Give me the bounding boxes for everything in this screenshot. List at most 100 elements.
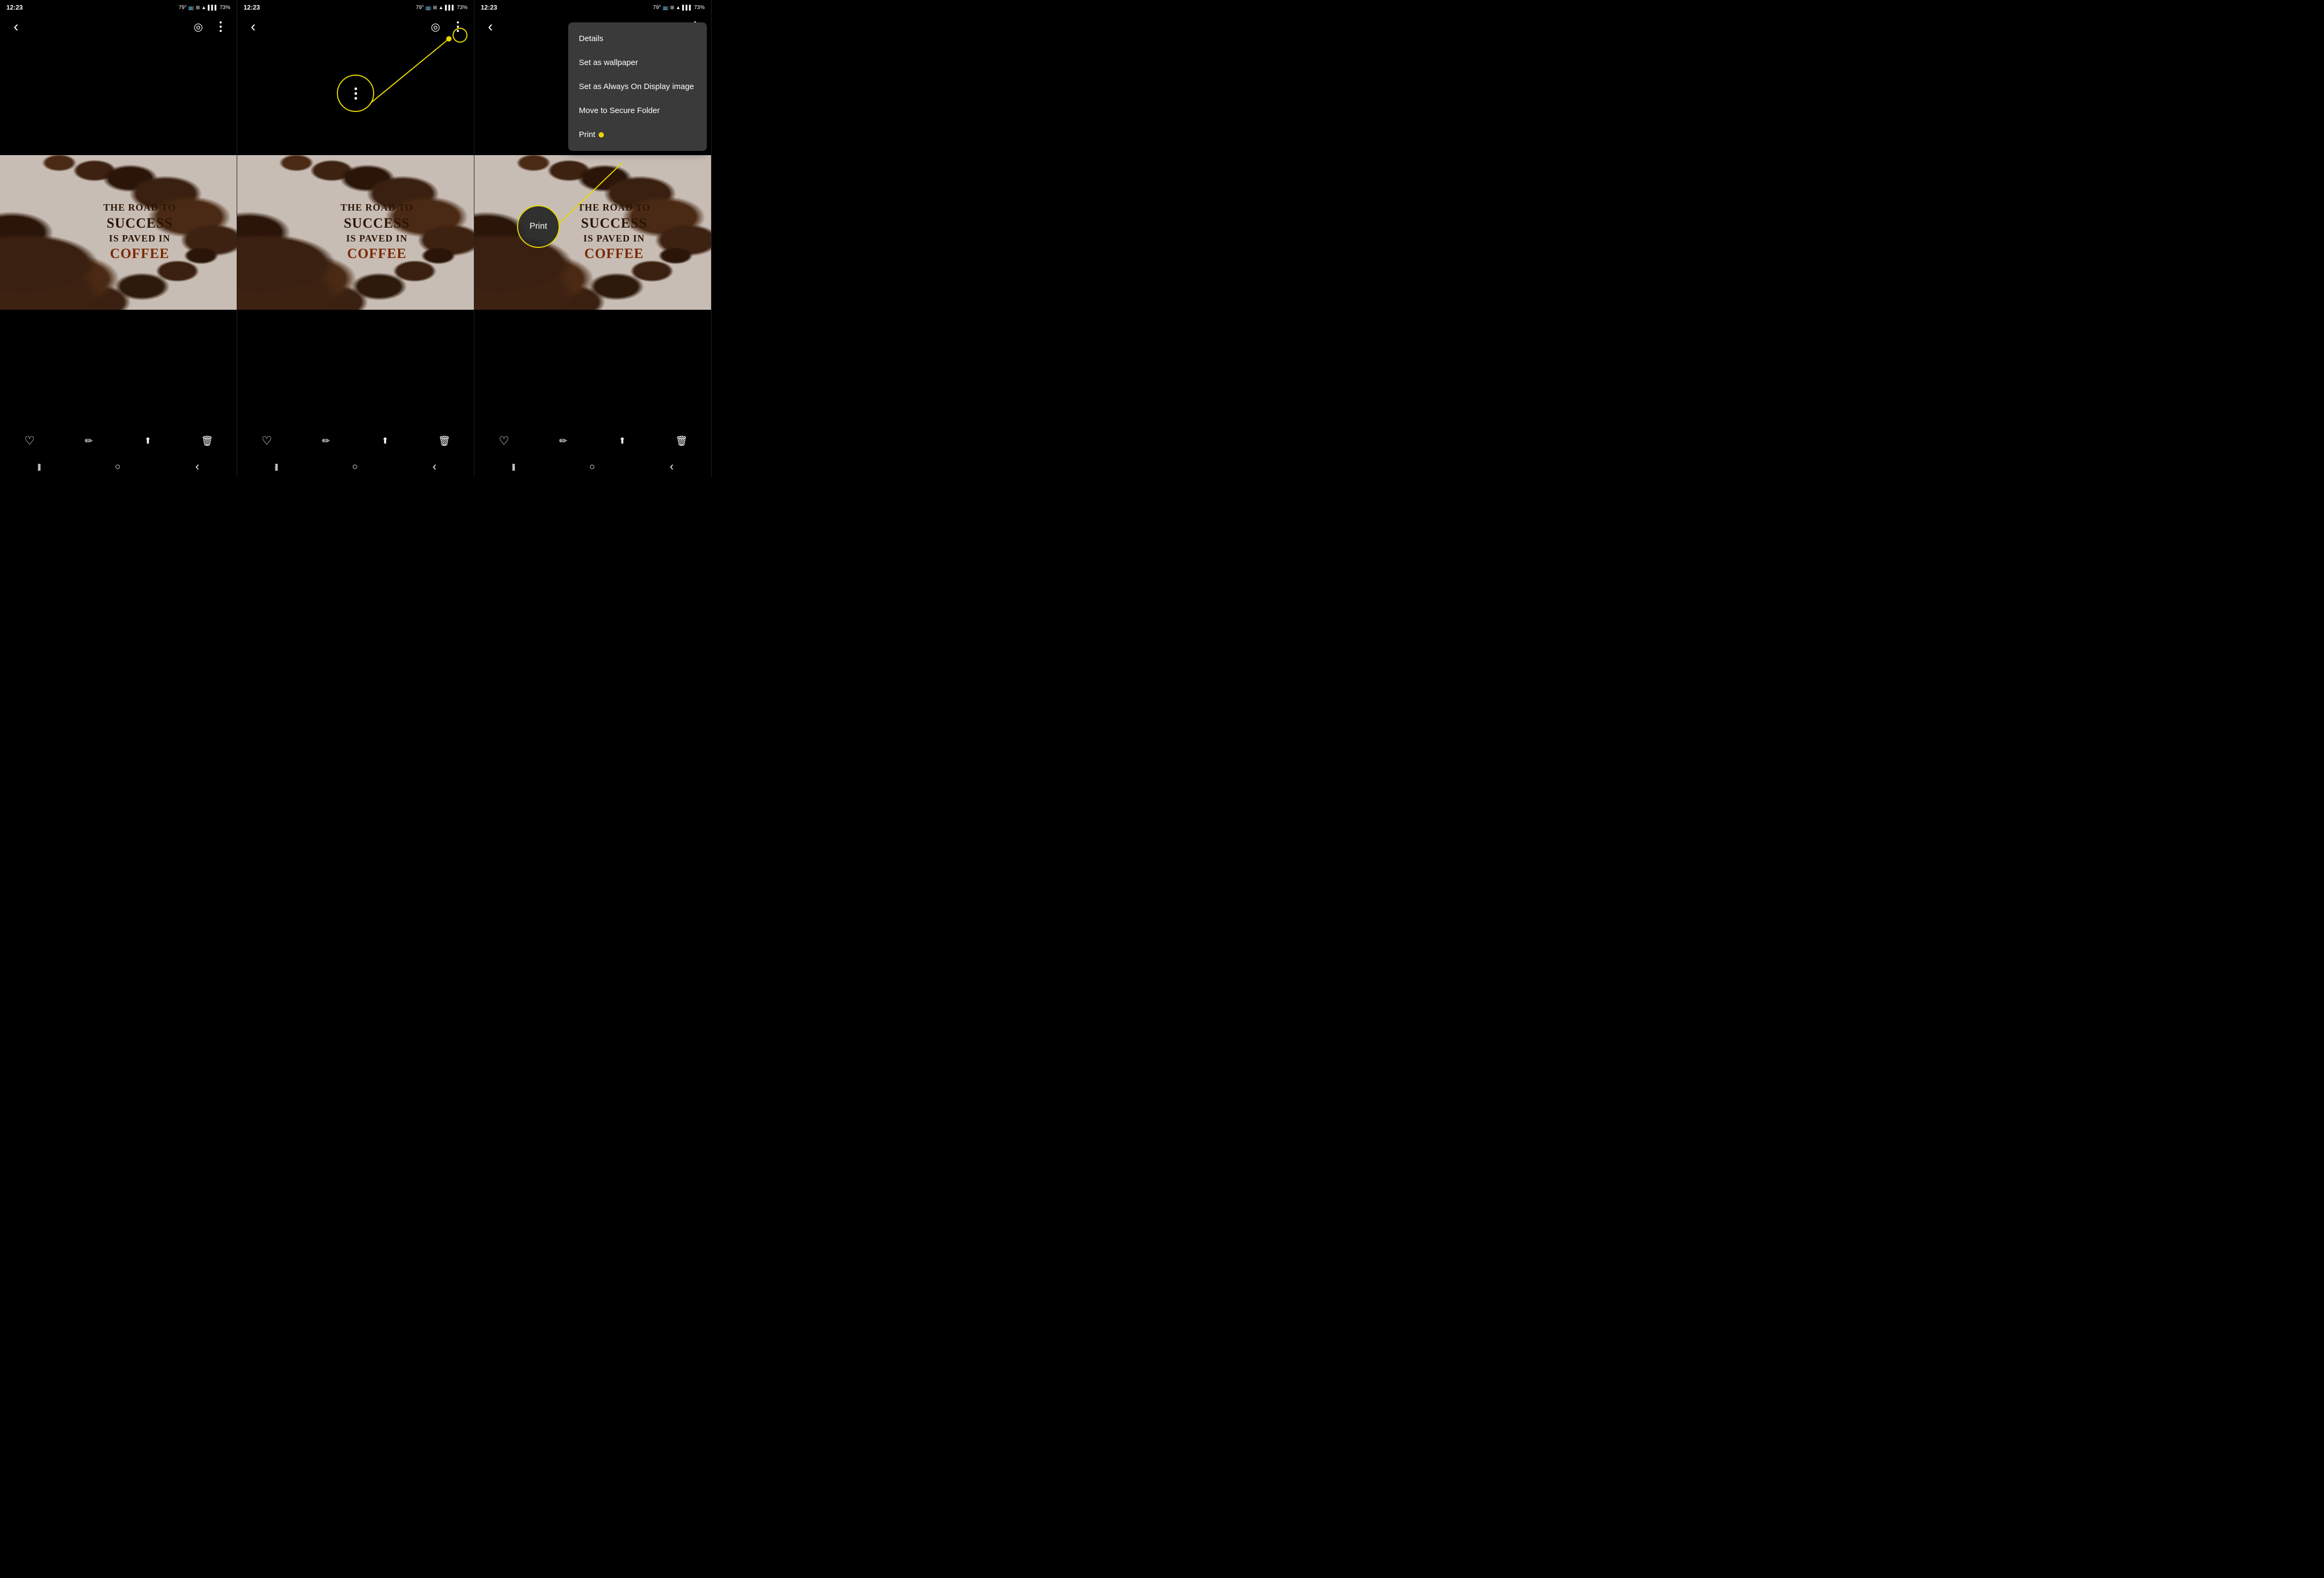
phone-panel-3: 12:23 79° 📺 ⊞ ▲ ▌▌▌ 73% Details Set as w… <box>474 0 712 477</box>
edit-button-3[interactable] <box>553 430 574 452</box>
back-button-1[interactable] <box>6 17 26 36</box>
phone-panel-2: 12:23 79° 📺 ⊞ ▲ ▌▌▌ 73% <box>237 0 474 477</box>
nav-bar-1 <box>0 456 237 477</box>
more-button-1[interactable] <box>211 17 230 36</box>
coffee-line2-2: Success <box>341 214 413 232</box>
signal-icon-3: ▌▌▌ <box>682 5 692 10</box>
coffee-image-1: The road to Success is paved in Coffee <box>0 155 237 310</box>
coffee-line4-2: Coffee <box>341 245 413 263</box>
coffee-line2-1: Success <box>103 214 176 232</box>
status-icons-3: 79° 📺 ⊞ ▲ ▌▌▌ 73% <box>653 5 705 11</box>
temp-1: 79° <box>179 5 187 11</box>
status-icons-2: 79° 📺 ⊞ ▲ ▌▌▌ 73% <box>416 5 467 11</box>
dot-8 <box>354 92 357 95</box>
nav-recent-3[interactable] <box>512 462 514 471</box>
coffee-line2-3: Success <box>578 214 650 232</box>
dropdown-menu: Details Set as wallpaper Set as Always O… <box>568 22 707 151</box>
dot-9 <box>354 97 357 100</box>
coffee-line4-1: Coffee <box>103 245 176 263</box>
three-dot-highlight <box>453 28 467 43</box>
print-highlight: Print <box>517 205 560 248</box>
status-time-3: 12:23 <box>481 4 497 11</box>
like-button-2[interactable] <box>256 430 278 452</box>
eye-button-2[interactable] <box>426 17 445 36</box>
menu-item-details[interactable]: Details <box>568 27 707 51</box>
like-button-3[interactable] <box>494 430 515 452</box>
action-bar-2 <box>237 15 474 38</box>
bottom-toolbar-3 <box>474 426 711 456</box>
nav-home-1[interactable] <box>115 461 120 472</box>
print-label: Print <box>530 222 547 231</box>
status-bar-3: 12:23 79° 📺 ⊞ ▲ ▌▌▌ 73% <box>474 0 711 15</box>
coffee-line1-1: The road to <box>103 202 176 214</box>
temp-2: 79° <box>416 5 424 11</box>
menu-item-secure[interactable]: Move to Secure Folder <box>568 99 707 123</box>
status-icons-1: 79° 📺 ⊞ ▲ ▌▌▌ 73% <box>179 5 230 11</box>
nav-back-2[interactable] <box>433 460 437 473</box>
delete-button-1[interactable] <box>197 430 218 452</box>
share-button-2[interactable] <box>375 430 396 452</box>
menu-item-aod[interactable]: Set as Always On Display image <box>568 75 707 99</box>
tv-icon-3: 📺 <box>663 5 668 11</box>
wifi-icon-3: ▲ <box>676 5 681 10</box>
coffee-image-2: The road to Success is paved in Coffee <box>237 155 474 310</box>
menu-item-wallpaper[interactable]: Set as wallpaper <box>568 51 707 75</box>
battery-2: 73% <box>457 5 467 11</box>
share-button-3[interactable] <box>612 430 633 452</box>
signal-icon-2: ▌▌▌ <box>445 5 455 10</box>
nav-recent-1[interactable] <box>37 462 40 471</box>
tv-icon-2: 📺 <box>425 5 431 11</box>
coffee-line1-2: The road to <box>341 202 413 214</box>
grid-icon-3: ⊞ <box>670 5 674 11</box>
three-dots-circle <box>354 87 357 100</box>
bottom-toolbar-1 <box>0 426 237 456</box>
battery-1: 73% <box>220 5 230 11</box>
phone-panel-1: 12:23 79° 📺 ⊞ ▲ ▌▌▌ 73% The <box>0 0 237 477</box>
coffee-line3-3: is paved in <box>578 232 650 245</box>
image-area-1: The road to Success is paved in Coffee <box>0 38 237 426</box>
battery-3: 73% <box>694 5 705 11</box>
back-button-3[interactable] <box>481 17 500 36</box>
status-time-2: 12:23 <box>244 4 260 11</box>
edit-button-2[interactable] <box>316 430 337 452</box>
status-time-1: 12:23 <box>6 4 23 11</box>
dot-7 <box>354 87 357 90</box>
nav-home-3[interactable] <box>589 461 595 472</box>
three-dots-1 <box>220 21 222 32</box>
coffee-text-1: The road to Success is paved in Coffee <box>61 202 176 262</box>
edit-button-1[interactable] <box>78 430 100 452</box>
wifi-icon-2: ▲ <box>439 5 443 10</box>
grid-icon-1: ⊞ <box>196 5 200 11</box>
signal-icon-1: ▌▌▌ <box>208 5 218 10</box>
dot-1 <box>220 21 222 23</box>
nav-recent-2[interactable] <box>275 462 277 471</box>
dot-3 <box>220 30 222 32</box>
back-button-2[interactable] <box>244 17 263 36</box>
nav-back-1[interactable] <box>196 460 199 473</box>
nav-back-3[interactable] <box>670 460 674 473</box>
share-button-1[interactable] <box>138 430 159 452</box>
dot-2 <box>220 26 222 28</box>
status-bar-2: 12:23 79° 📺 ⊞ ▲ ▌▌▌ 73% <box>237 0 474 15</box>
coffee-line3-1: is paved in <box>103 232 176 245</box>
nav-home-2[interactable] <box>352 461 358 472</box>
temp-3: 79° <box>653 5 661 11</box>
dot-4 <box>457 21 459 23</box>
tv-icon-1: 📺 <box>188 5 194 11</box>
delete-button-2[interactable] <box>434 430 455 452</box>
nav-bar-3 <box>474 456 711 477</box>
action-buttons-1 <box>189 17 230 36</box>
like-button-1[interactable] <box>19 430 41 452</box>
eye-button-1[interactable] <box>189 17 208 36</box>
coffee-line1-3: The road to <box>578 202 650 214</box>
grid-icon-2: ⊞ <box>433 5 437 11</box>
nav-bar-2 <box>237 456 474 477</box>
action-bar-1 <box>0 15 237 38</box>
menu-item-print[interactable]: Print <box>568 123 707 147</box>
bottom-toolbar-2 <box>237 426 474 456</box>
wifi-icon-1: ▲ <box>201 5 206 10</box>
coffee-line3-2: is paved in <box>341 232 413 245</box>
three-dot-circle <box>337 75 374 112</box>
delete-button-3[interactable] <box>671 430 692 452</box>
coffee-text-2: The road to Success is paved in Coffee <box>298 202 413 262</box>
